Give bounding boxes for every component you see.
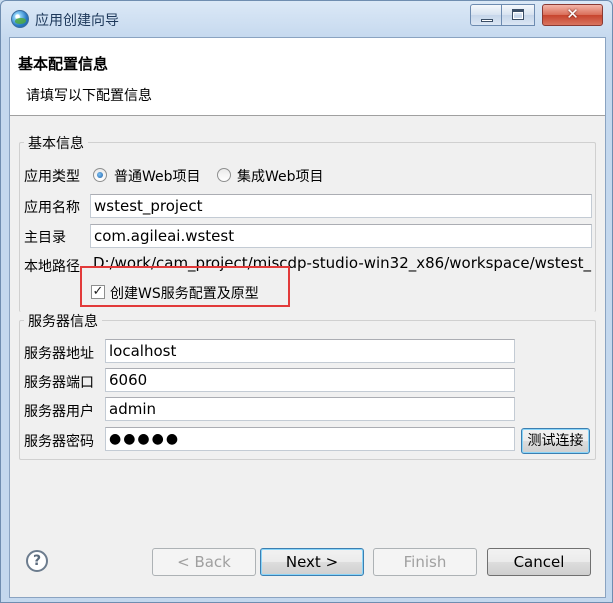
close-button[interactable]: ✕ bbox=[542, 4, 603, 26]
server-port-input[interactable]: 6060 bbox=[105, 368, 515, 392]
back-button[interactable]: < Back bbox=[152, 548, 256, 576]
app-name-input[interactable]: wstest_project bbox=[90, 194, 592, 218]
minimize-button[interactable] bbox=[470, 4, 502, 26]
radio-integrated-web-label[interactable]: 集成Web项目 bbox=[237, 166, 324, 186]
close-icon: ✕ bbox=[566, 5, 579, 23]
server-user-label: 服务器用户 bbox=[24, 404, 94, 420]
server-password-input[interactable]: ●●●●● bbox=[105, 427, 515, 451]
basic-info-legend: 基本信息 bbox=[24, 133, 88, 153]
local-path-label: 本地路径 bbox=[24, 259, 80, 275]
home-dir-label: 主目录 bbox=[24, 230, 66, 246]
help-icon[interactable]: ? bbox=[26, 550, 48, 572]
app-name-label: 应用名称 bbox=[24, 200, 80, 216]
radio-normal-web-label[interactable]: 普通Web项目 bbox=[114, 166, 201, 186]
window-title: 应用创建向导 bbox=[35, 13, 119, 29]
server-password-label: 服务器密码 bbox=[24, 434, 94, 450]
test-connection-button[interactable]: 测试连接 bbox=[521, 428, 590, 454]
radio-integrated-web[interactable] bbox=[217, 168, 231, 182]
server-address-label: 服务器地址 bbox=[24, 346, 94, 362]
app-type-label: 应用类型 bbox=[24, 169, 80, 185]
server-port-label: 服务器端口 bbox=[24, 375, 94, 391]
maximize-icon bbox=[512, 9, 524, 20]
home-dir-input[interactable]: com.agileai.wstest bbox=[90, 224, 592, 248]
page-title: 基本配置信息 bbox=[18, 55, 109, 73]
next-button[interactable]: Next > bbox=[260, 548, 364, 576]
server-address-input[interactable]: localhost bbox=[105, 339, 515, 363]
app-globe-icon bbox=[11, 10, 29, 28]
maximize-button[interactable] bbox=[502, 4, 535, 26]
create-ws-checkbox-label[interactable]: 创建WS服务配置及原型 bbox=[110, 283, 259, 303]
minimize-icon bbox=[481, 19, 493, 22]
dialog-client-area: 基本配置信息 请填写以下配置信息 基本信息 应用类型 普通Web项目 集成Web… bbox=[9, 37, 606, 598]
finish-button[interactable]: Finish bbox=[373, 548, 477, 576]
server-user-input[interactable]: admin bbox=[105, 397, 515, 421]
radio-normal-web[interactable] bbox=[93, 168, 107, 182]
title-bar[interactable]: 应用创建向导 ✕ bbox=[1, 1, 612, 37]
server-info-legend: 服务器信息 bbox=[24, 311, 102, 331]
cancel-button[interactable]: Cancel bbox=[487, 548, 591, 576]
wizard-header: 基本配置信息 请填写以下配置信息 bbox=[10, 38, 605, 116]
wizard-window: 应用创建向导 ✕ 基本配置信息 请填写以下配置信息 基本信息 应用类型 普通We… bbox=[0, 0, 613, 603]
create-ws-checkbox[interactable]: ✓ bbox=[91, 285, 105, 299]
page-description: 请填写以下配置信息 bbox=[26, 88, 152, 104]
